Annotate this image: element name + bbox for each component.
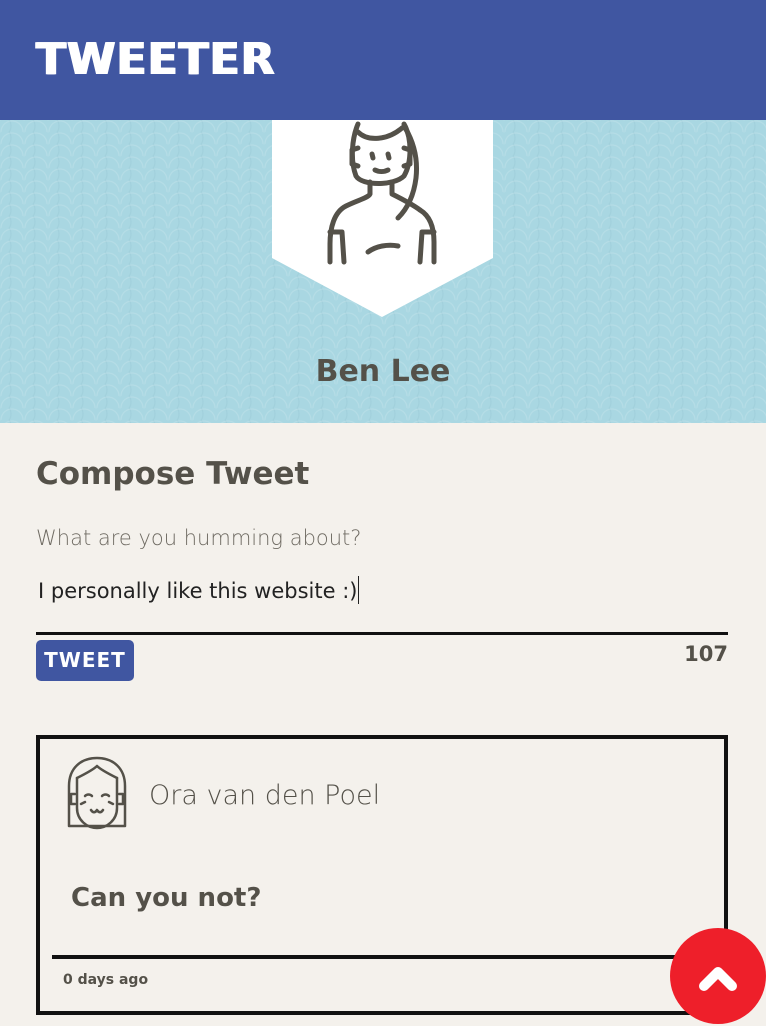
- text-caret: [358, 576, 360, 604]
- tweet-author-avatar: [63, 756, 131, 834]
- compose-value: I personally like this website :): [38, 579, 358, 603]
- top-nav-bar: TWEETER: [0, 0, 766, 120]
- profile-name: Ben Lee: [315, 354, 451, 389]
- compose-title: Compose Tweet: [36, 456, 310, 492]
- tweet-timestamp: 0 days ago: [63, 972, 149, 988]
- chevron-up-icon: [699, 967, 737, 991]
- tweet-content: Can you not?: [71, 883, 262, 913]
- woman-avatar-icon: [272, 120, 493, 317]
- tweet-button[interactable]: TWEET: [36, 640, 134, 681]
- profile-avatar: [272, 120, 493, 317]
- compose-placeholder: What are you humming about?: [36, 526, 362, 550]
- brand-logo[interactable]: TWEETER: [36, 34, 276, 86]
- char-counter: 107: [684, 642, 728, 666]
- scroll-to-top-button[interactable]: [670, 928, 766, 1024]
- tweet-author-name[interactable]: Ora van den Poel: [149, 777, 380, 815]
- tweet-divider: [52, 955, 712, 959]
- compose-typed-text[interactable]: I personally like this website :): [38, 575, 360, 607]
- girl-avatar-icon: [67, 756, 127, 830]
